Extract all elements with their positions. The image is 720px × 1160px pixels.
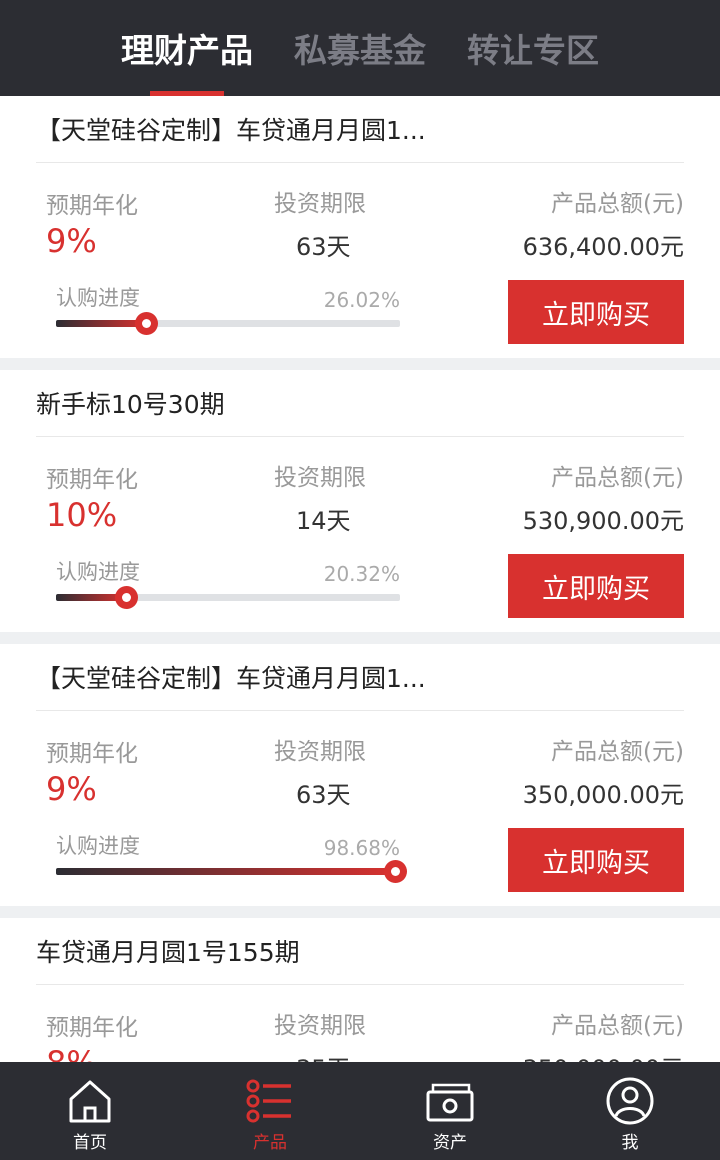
total-label: 产品总额(元) [551, 191, 684, 217]
term-label: 投资期限 [274, 465, 366, 491]
rate-label: 预期年化 [46, 467, 138, 493]
progress-bar [56, 860, 408, 883]
divider [36, 162, 684, 163]
home-icon [69, 1080, 111, 1123]
divider [36, 436, 684, 437]
rate-value: 10% [46, 496, 118, 534]
progress-percent: 98.68% [323, 836, 400, 860]
buy-now-button[interactable]: 立即购买 [508, 554, 684, 618]
progress-label: 认购进度 [56, 286, 140, 310]
total-label: 产品总额(元) [551, 465, 684, 491]
term-label: 投资期限 [274, 191, 366, 217]
total-value: 636,400.00元 [522, 233, 684, 261]
app: 理财产品 私募基金 转让专区 【天堂硅谷定制】车贷通月月圆1... 预期年化 投… [0, 0, 720, 1160]
progress-knob [114, 586, 138, 609]
rate-value: 8% [46, 1044, 97, 1062]
tab-wealth-products[interactable]: 理财产品 [110, 0, 264, 96]
progress-percent: 20.32% [323, 562, 400, 586]
nav-label: 资产 [433, 1133, 467, 1153]
buy-now-button[interactable]: 立即购买 [508, 828, 684, 892]
term-value: 63天 [296, 233, 351, 261]
progress-label: 认购进度 [56, 560, 140, 584]
buy-now-button[interactable]: 立即购买 [508, 280, 684, 344]
nav-assets[interactable]: 资产 [360, 1062, 540, 1160]
list-icon [246, 1079, 291, 1123]
top-tab-bar: 理财产品 私募基金 转让专区 [0, 0, 720, 96]
product-title: 新手标10号30期 [36, 390, 225, 419]
term-value: 63天 [296, 781, 351, 809]
progress-bar [56, 312, 400, 335]
nav-label: 我 [621, 1133, 639, 1153]
product-title: 【天堂硅谷定制】车贷通月月圆1... [36, 664, 426, 693]
product-card[interactable]: 【天堂硅谷定制】车贷通月月圆1... 预期年化 投资期限 产品总额(元) 9% … [0, 644, 720, 906]
nav-home[interactable]: 首页 [0, 1062, 180, 1160]
nav-me[interactable]: 我 [540, 1062, 720, 1160]
total-label: 产品总额(元) [551, 1013, 684, 1039]
product-title: 【天堂硅谷定制】车贷通月月圆1... [36, 116, 426, 145]
divider [36, 710, 684, 711]
nav-label: 产品 [253, 1133, 287, 1153]
term-label: 投资期限 [274, 739, 366, 765]
total-label: 产品总额(元) [551, 739, 684, 765]
product-card[interactable]: 车贷通月月圆1号155期 预期年化 投资期限 产品总额(元) 8% 35天 35… [0, 918, 720, 1062]
user-icon [606, 1077, 654, 1125]
rate-value: 9% [46, 222, 97, 260]
total-value: 350,000.00元 [522, 781, 684, 809]
product-card[interactable]: 【天堂硅谷定制】车贷通月月圆1... 预期年化 投资期限 产品总额(元) 9% … [0, 96, 720, 358]
progress-knob [134, 312, 158, 335]
product-card[interactable]: 新手标10号30期 预期年化 投资期限 产品总额(元) 10% 14天 530,… [0, 370, 720, 632]
divider [36, 984, 684, 985]
wallet-icon [426, 1083, 474, 1122]
term-value: 14天 [296, 507, 351, 535]
bottom-nav: 首页 产品 资产 我 [0, 1062, 720, 1160]
progress-bar [56, 586, 400, 609]
progress-percent: 26.02% [323, 288, 400, 312]
progress-knob [384, 860, 408, 883]
term-label: 投资期限 [274, 1013, 366, 1039]
rate-value: 9% [46, 770, 97, 808]
progress-label: 认购进度 [56, 834, 140, 858]
tab-transfer-zone[interactable]: 转让专区 [456, 0, 610, 96]
total-value: 530,900.00元 [522, 507, 684, 535]
nav-label: 首页 [73, 1133, 107, 1153]
progress-fill [56, 868, 396, 875]
product-title: 车贷通月月圆1号155期 [36, 938, 300, 967]
product-list[interactable]: 【天堂硅谷定制】车贷通月月圆1... 预期年化 投资期限 产品总额(元) 9% … [0, 96, 720, 1062]
term-value: 35天 [296, 1049, 351, 1062]
rate-label: 预期年化 [46, 193, 138, 219]
rate-label: 预期年化 [46, 1015, 138, 1041]
progress-fill [56, 320, 146, 327]
total-value: 350,000.00元 [523, 1049, 684, 1062]
tab-private-fund[interactable]: 私募基金 [283, 0, 437, 96]
rate-label: 预期年化 [46, 741, 138, 767]
nav-products[interactable]: 产品 [180, 1062, 360, 1160]
